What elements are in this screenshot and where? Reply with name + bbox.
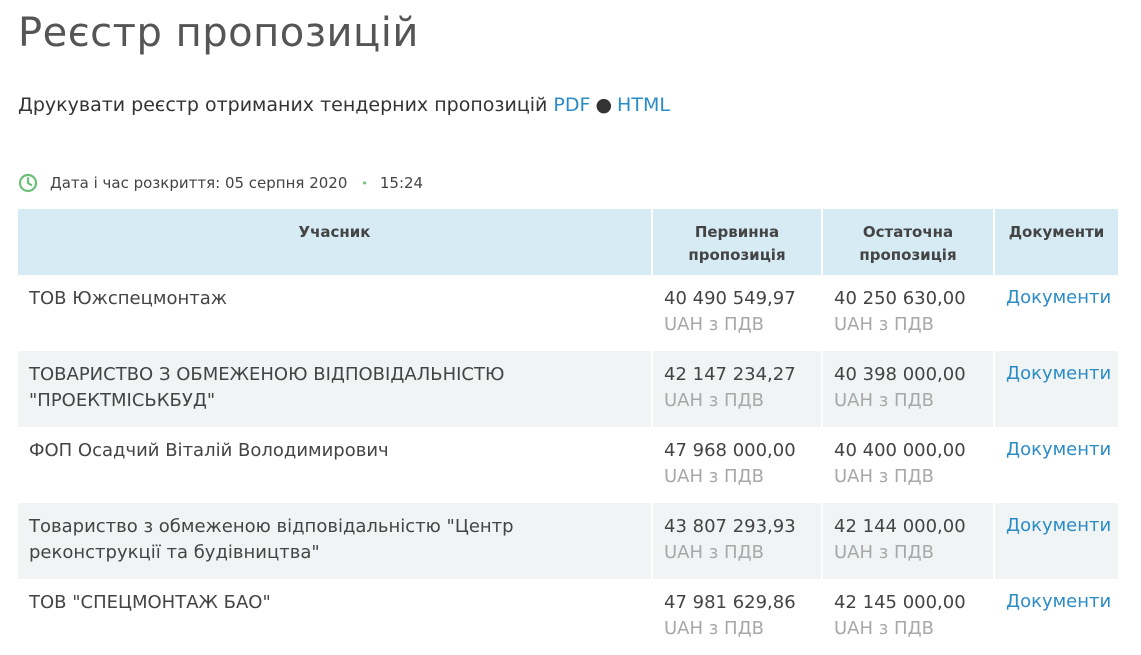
- opening-time: 15:24: [379, 174, 424, 192]
- initial-vat: UAH з ПДВ: [664, 466, 764, 487]
- print-separator: ●: [595, 94, 613, 116]
- documents-cell: Документи: [994, 579, 1118, 655]
- participant-name: ФОП Осадчий Віталій Володимирович: [18, 427, 653, 503]
- documents-cell: Документи: [994, 503, 1118, 579]
- participant-name: ТОВ "СПЕЦМОНТАЖ БАО": [18, 579, 653, 655]
- proposals-register-page: Реєстр пропозицій Друкувати реєстр отрим…: [0, 0, 1141, 655]
- initial-proposal-cell: 47 981 629,86 UAH з ПДВ: [652, 579, 823, 655]
- initial-vat: UAH з ПДВ: [664, 314, 764, 335]
- initial-vat: UAH з ПДВ: [664, 618, 764, 639]
- initial-vat: UAH з ПДВ: [664, 542, 764, 563]
- final-proposal-cell: 40 400 000,00 UAH з ПДВ: [822, 427, 995, 503]
- documents-cell: Документи: [994, 427, 1118, 503]
- initial-proposal-cell: 40 490 549,97 UAH з ПДВ: [652, 275, 823, 351]
- final-amount: 42 144 000,00: [834, 516, 966, 537]
- final-vat: UAH з ПДВ: [834, 390, 934, 411]
- header-final-proposal: Остаточна пропозиція: [822, 209, 995, 275]
- final-amount: 42 145 000,00: [834, 592, 966, 613]
- final-amount: 40 250 630,00: [834, 288, 966, 309]
- print-html-link[interactable]: HTML: [617, 94, 670, 116]
- final-amount: 40 400 000,00: [834, 440, 966, 461]
- final-vat: UAH з ПДВ: [834, 618, 934, 639]
- clock-icon: [18, 173, 38, 193]
- table-row: Товариство з обмеженою відповідальністю …: [18, 503, 1118, 579]
- opening-date-label: Дата і час розкриття: 05 серпня 2020: [50, 174, 348, 192]
- final-proposal-cell: 42 145 000,00 UAH з ПДВ: [822, 579, 995, 655]
- documents-cell: Документи: [994, 351, 1118, 427]
- print-pdf-link[interactable]: PDF: [553, 94, 590, 116]
- header-participant: Учасник: [18, 209, 653, 275]
- print-register-text: Друкувати реєстр отриманих тендерних про…: [18, 94, 548, 116]
- documents-link[interactable]: Документи: [1006, 589, 1111, 615]
- initial-proposal-cell: 42 147 234,27 UAH з ПДВ: [652, 351, 823, 427]
- documents-link[interactable]: Документи: [1006, 285, 1111, 311]
- proposals-table: Учасник Первинна пропозиція Остаточна пр…: [18, 209, 1118, 655]
- final-proposal-cell: 40 250 630,00 UAH з ПДВ: [822, 275, 995, 351]
- header-documents: Документи: [994, 209, 1118, 275]
- table-row: ТОВАРИСТВО З ОБМЕЖЕНОЮ ВІДПОВІДАЛЬНІСТЮ …: [18, 351, 1118, 427]
- initial-amount: 40 490 549,97: [664, 288, 796, 309]
- final-amount: 40 398 000,00: [834, 364, 966, 385]
- initial-amount: 47 981 629,86: [664, 592, 796, 613]
- initial-proposal-cell: 43 807 293,93 UAH з ПДВ: [652, 503, 823, 579]
- table-row: ТОВ "СПЕЦМОНТАЖ БАО" 47 981 629,86 UAH з…: [18, 579, 1118, 655]
- print-register-line: Друкувати реєстр отриманих тендерних про…: [18, 94, 670, 116]
- initial-proposal-cell: 47 968 000,00 UAH з ПДВ: [652, 427, 823, 503]
- documents-link[interactable]: Документи: [1006, 513, 1111, 539]
- final-proposal-cell: 42 144 000,00 UAH з ПДВ: [822, 503, 995, 579]
- table-header-row: Учасник Первинна пропозиція Остаточна пр…: [18, 209, 1118, 275]
- table-row: ТОВ Южспецмонтаж 40 490 549,97 UAH з ПДВ…: [18, 275, 1118, 351]
- final-vat: UAH з ПДВ: [834, 466, 934, 487]
- initial-amount: 47 968 000,00: [664, 440, 796, 461]
- participant-name: Товариство з обмеженою відповідальністю …: [18, 503, 653, 579]
- participant-name: ТОВ Южспецмонтаж: [18, 275, 653, 351]
- documents-link[interactable]: Документи: [1006, 437, 1111, 463]
- final-proposal-cell: 40 398 000,00 UAH з ПДВ: [822, 351, 995, 427]
- participant-name: ТОВАРИСТВО З ОБМЕЖЕНОЮ ВІДПОВІДАЛЬНІСТЮ …: [18, 351, 653, 427]
- header-initial-proposal: Первинна пропозиція: [652, 209, 823, 275]
- initial-amount: 42 147 234,27: [664, 364, 796, 385]
- initial-amount: 43 807 293,93: [664, 516, 796, 537]
- final-vat: UAH з ПДВ: [834, 542, 934, 563]
- initial-vat: UAH з ПДВ: [664, 390, 764, 411]
- opening-datetime: Дата і час розкриття: 05 серпня 2020 • 1…: [18, 173, 423, 193]
- table-row: ФОП Осадчий Віталій Володимирович 47 968…: [18, 427, 1118, 503]
- opening-separator: •: [361, 176, 368, 190]
- page-title: Реєстр пропозицій: [18, 10, 419, 56]
- documents-cell: Документи: [994, 275, 1118, 351]
- final-vat: UAH з ПДВ: [834, 314, 934, 335]
- documents-link[interactable]: Документи: [1006, 361, 1111, 387]
